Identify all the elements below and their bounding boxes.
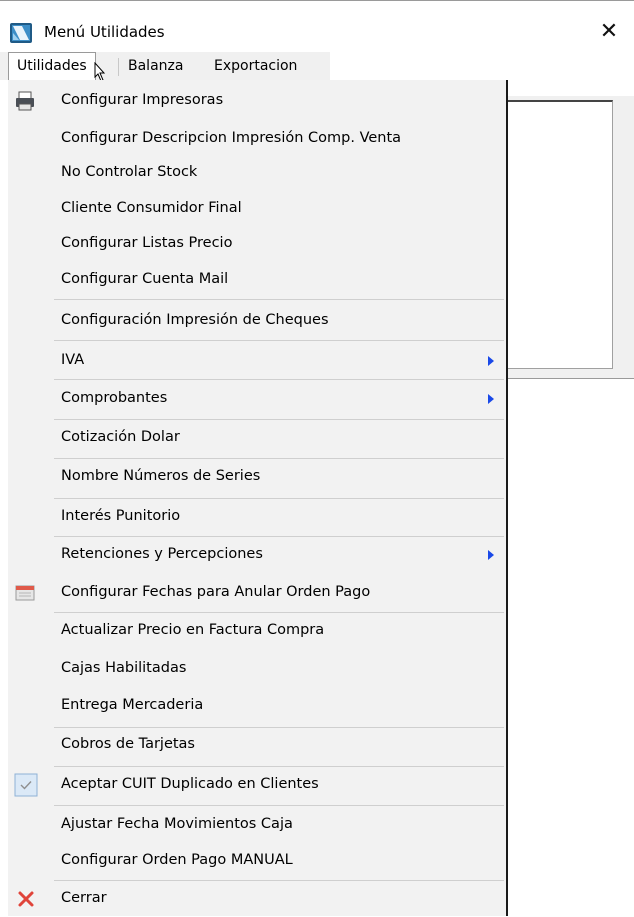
menu-item-label: Cliente Consumidor Final bbox=[61, 200, 242, 216]
menu-item-actualizar-precio-factura-compra[interactable]: Actualizar Precio en Factura Compra bbox=[8, 612, 506, 649]
title-bar: Menú Utilidades ✕ bbox=[0, 1, 634, 49]
menu-item-configurar-descripcion-impresion[interactable]: Configurar Descripcion Impresión Comp. V… bbox=[8, 120, 506, 157]
menu-item-cobros-tarjetas[interactable]: Cobros de Tarjetas bbox=[8, 726, 506, 763]
menu-item-label: Cajas Habilitadas bbox=[61, 660, 187, 676]
menu-item-configurar-fechas-anular-orden-pago[interactable]: Configurar Fechas para Anular Orden Pago bbox=[8, 574, 506, 611]
close-window-button[interactable]: ✕ bbox=[596, 19, 622, 45]
calendar-icon bbox=[15, 585, 35, 601]
menu-item-label: Interés Punitorio bbox=[61, 508, 181, 524]
menu-item-label: Configurar Impresoras bbox=[61, 92, 224, 108]
menu-item-comprobantes[interactable]: Comprobantes bbox=[8, 380, 506, 417]
menu-item-label: Cotización Dolar bbox=[61, 429, 180, 445]
menu-item-iva[interactable]: IVA bbox=[8, 342, 506, 379]
menu-bar: Utilidades Balanza Exportacion bbox=[0, 52, 634, 82]
menu-item-ajustar-fecha-movimientos-caja[interactable]: Ajustar Fecha Movimientos Caja bbox=[8, 806, 506, 843]
menu-item-configurar-orden-pago-manual[interactable]: Configurar Orden Pago MANUAL bbox=[8, 842, 506, 879]
menu-item-label: Configurar Orden Pago MANUAL bbox=[61, 852, 293, 868]
menu-item-aceptar-cuit-duplicado[interactable]: Aceptar CUIT Duplicado en Clientes bbox=[8, 766, 506, 803]
menu-item-label: Comprobantes bbox=[61, 390, 168, 406]
menu-item-configurar-impresoras[interactable]: Configurar Impresoras bbox=[8, 82, 506, 119]
menubar-balanza[interactable]: Balanza bbox=[120, 52, 191, 80]
menu-item-label: Configurar Cuenta Mail bbox=[61, 271, 229, 287]
checkmark-icon bbox=[14, 773, 38, 797]
menu-item-label: Retenciones y Percepciones bbox=[61, 546, 263, 562]
menu-item-no-controlar-stock[interactable]: No Controlar Stock bbox=[8, 154, 506, 191]
submenu-arrow-icon bbox=[488, 550, 494, 560]
app-icon bbox=[10, 23, 32, 43]
menu-item-label: Cerrar bbox=[61, 890, 107, 906]
menu-item-label: Configurar Descripcion Impresión Comp. V… bbox=[61, 130, 402, 146]
menu-item-nombre-numeros-series[interactable]: Nombre Números de Series bbox=[8, 458, 506, 495]
menu-item-configurar-listas-precio[interactable]: Configurar Listas Precio bbox=[8, 225, 506, 262]
menu-item-label: Configurar Listas Precio bbox=[61, 235, 233, 251]
menubar-exportacion[interactable]: Exportacion bbox=[206, 52, 305, 80]
menu-item-cotizacion-dolar[interactable]: Cotización Dolar bbox=[8, 419, 506, 456]
menu-item-interes-punitorio[interactable]: Interés Punitorio bbox=[8, 498, 506, 535]
menu-item-label: IVA bbox=[61, 352, 85, 368]
menu-item-cajas-habilitadas[interactable]: Cajas Habilitadas bbox=[8, 650, 506, 687]
menu-item-retenciones-percepciones[interactable]: Retenciones y Percepciones bbox=[8, 536, 506, 573]
menu-item-cliente-consumidor-final[interactable]: Cliente Consumidor Final bbox=[8, 190, 506, 227]
menu-item-label: Configuración Impresión de Cheques bbox=[61, 312, 329, 328]
menu-item-label: Entrega Mercaderia bbox=[61, 697, 204, 713]
submenu-arrow-icon bbox=[488, 356, 494, 366]
submenu-arrow-icon bbox=[488, 394, 494, 404]
printer-icon bbox=[16, 91, 34, 111]
menu-separator bbox=[54, 340, 504, 341]
menu-item-label: Actualizar Precio en Factura Compra bbox=[61, 622, 325, 638]
utilidades-dropdown-menu: Configurar Impresoras Configurar Descrip… bbox=[8, 80, 508, 916]
menu-item-configurar-cuenta-mail[interactable]: Configurar Cuenta Mail bbox=[8, 261, 506, 298]
menu-item-label: Aceptar CUIT Duplicado en Clientes bbox=[61, 776, 319, 792]
menu-item-configuracion-impresion-cheques[interactable]: Configuración Impresión de Cheques bbox=[8, 302, 506, 339]
menu-item-entrega-mercaderia[interactable]: Entrega Mercaderia bbox=[8, 687, 506, 724]
menu-item-cerrar[interactable]: Cerrar bbox=[8, 880, 506, 917]
menu-item-label: Cobros de Tarjetas bbox=[61, 736, 195, 752]
menubar-utilidades[interactable]: Utilidades bbox=[8, 52, 96, 80]
menu-item-label: No Controlar Stock bbox=[61, 164, 198, 180]
close-icon bbox=[18, 891, 34, 907]
menu-separator bbox=[54, 299, 504, 300]
window-title: Menú Utilidades bbox=[44, 23, 165, 41]
menu-item-label: Configurar Fechas para Anular Orden Pago bbox=[61, 584, 371, 600]
background-form: e bbox=[500, 96, 634, 379]
background-panel: e bbox=[500, 100, 613, 369]
menu-item-label: Ajustar Fecha Movimientos Caja bbox=[61, 816, 293, 832]
menu-item-label: Nombre Números de Series bbox=[61, 468, 261, 484]
